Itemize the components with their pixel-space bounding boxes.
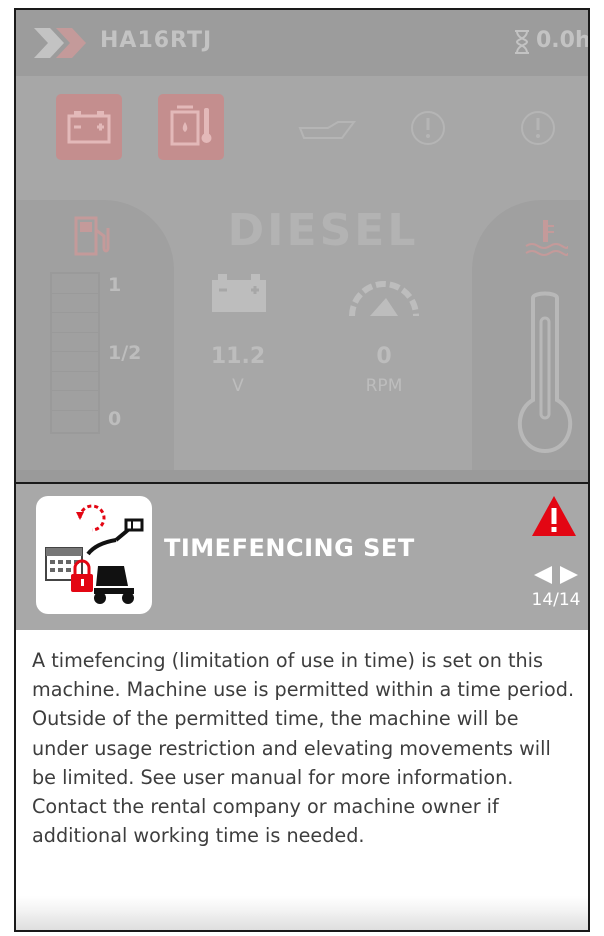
dashboard-background: HA16RTJ 0.0h DIESEL 1 1/2 0 11.2 V 0 RPM (16, 10, 588, 482)
alert-pagination (530, 564, 582, 586)
rpm-value: 0 (376, 344, 392, 369)
timefencing-icon (45, 504, 144, 604)
battery-voltage-unit: V (232, 376, 244, 396)
alert-icon-box (36, 496, 152, 614)
fuel-label-full: 1 (108, 274, 122, 296)
battery-voltage-value: 11.2 (210, 344, 266, 369)
battery-icon (212, 274, 266, 312)
fuel-level-gauge (50, 272, 100, 434)
screen-frame: HA16RTJ 0.0h DIESEL 1 1/2 0 11.2 V 0 RPM… (14, 8, 590, 932)
top-bar: HA16RTJ 0.0h (16, 10, 588, 76)
battery-warning-icon (67, 111, 111, 144)
dashboard-bottom-strip (16, 470, 588, 482)
fuel-pump-icon (74, 216, 110, 256)
battery-warning-tile (56, 94, 122, 160)
hydraulic-temp-warning-tile (158, 94, 224, 160)
alert-header: TIMEFENCING SET 14/14 (16, 482, 588, 630)
bottom-edge-shade (16, 896, 588, 930)
machine-id: HA16RTJ (100, 28, 213, 53)
warning-triangle-icon (532, 496, 576, 536)
alert-title: TIMEFENCING SET (164, 534, 415, 562)
hour-meter: 0.0h (536, 28, 588, 53)
oil-level-icon (298, 121, 356, 139)
next-alert-button[interactable] (558, 564, 582, 586)
fuel-label-half: 1/2 (108, 342, 142, 364)
alert-message: A timefencing (limitation of use in time… (32, 649, 575, 848)
thermometer-gauge (517, 291, 573, 453)
hourglass-icon (515, 30, 529, 54)
rpm-gauge-icon (349, 281, 419, 317)
warning-circle-icon (521, 111, 555, 145)
previous-alert-button[interactable] (530, 564, 554, 586)
rpm-unit: RPM (365, 376, 403, 396)
coolant-temp-icon (525, 220, 568, 256)
engine-type-title: DIESEL (227, 205, 419, 256)
chevron-logo-icon (34, 28, 86, 58)
hydraulic-oil-temp-icon (170, 105, 212, 146)
warning-circle-icon (411, 111, 445, 145)
alert-page-counter: 14/14 (531, 590, 581, 610)
fuel-label-empty: 0 (108, 408, 122, 430)
temperature-panel (472, 200, 588, 470)
